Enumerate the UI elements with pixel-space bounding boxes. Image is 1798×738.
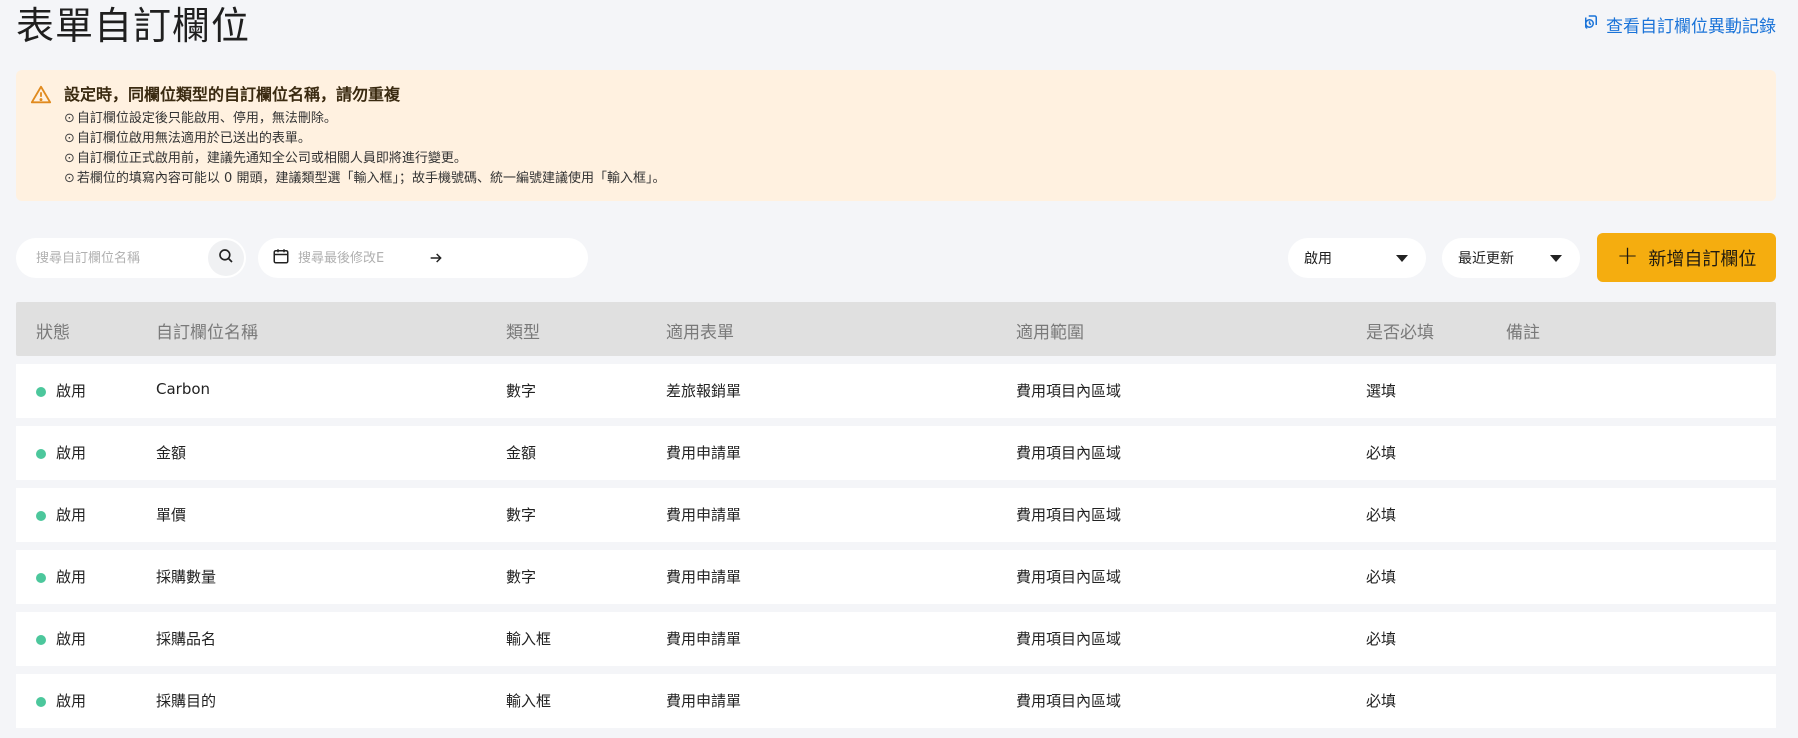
cell-status: 啟用 [56, 568, 87, 586]
page: 表單自訂欄位 查看自訂欄位異動記錄 設定時，同欄位類型的自訂欄位名稱，請勿重複 … [0, 0, 1798, 738]
status-dot [36, 449, 46, 459]
cell-required: 必填 [1366, 692, 1397, 710]
view-history-link[interactable]: 查看自訂欄位異動記錄 [1582, 12, 1776, 37]
table-row[interactable]: 啟用 採購品名 輸入框 費用申請單 費用項目內區域 必填 [16, 612, 1776, 666]
cell-required: 必填 [1366, 506, 1397, 524]
table-row[interactable]: 啟用 金額 金額 費用申請單 費用項目內區域 必填 [16, 426, 1776, 480]
cell-form: 費用申請單 [666, 444, 742, 462]
cell-status: 啟用 [56, 506, 87, 524]
arrow-right-icon [428, 250, 444, 266]
notice-list: 自訂欄位設定後只能啟用、停用，無法刪除。 自訂欄位啟用無法適用於已送出的表單。 … [64, 109, 1760, 189]
cell-form: 費用申請單 [666, 692, 742, 710]
cell-form: 費用申請單 [666, 630, 742, 648]
cell-form: 費用申請單 [666, 506, 742, 524]
notice-item: 自訂欄位正式啟用前，建議先通知全公司或相關人員即將進行變更。 [64, 149, 1760, 169]
cell-type: 數字 [506, 382, 537, 400]
notice-title: 設定時，同欄位類型的自訂欄位名稱，請勿重複 [64, 85, 401, 104]
cell-type: 數字 [506, 506, 537, 524]
caret-down-icon [1550, 255, 1562, 262]
header-required: 是否必填 [1366, 323, 1434, 343]
cell-status: 啟用 [56, 382, 87, 400]
cell-scope: 費用項目內區域 [1016, 382, 1122, 400]
status-filter-value: 啟用 [1304, 251, 1332, 267]
cell-type: 數字 [506, 568, 537, 586]
notice-item: 自訂欄位啟用無法適用於已送出的表單。 [64, 129, 1760, 149]
add-custom-field-button[interactable]: + 新增自訂欄位 [1597, 233, 1776, 282]
status-dot [36, 635, 46, 645]
table-header: 狀態 自訂欄位名稱 類型 適用表單 適用範圍 是否必填 備註 [16, 302, 1776, 356]
search-button[interactable] [208, 240, 244, 276]
cell-name: 金額 [156, 444, 187, 462]
search-input[interactable] [36, 250, 196, 266]
cell-name: Carbon [156, 380, 211, 398]
cell-required: 必填 [1366, 568, 1397, 586]
date-input[interactable] [298, 250, 390, 266]
notice-item: 若欄位的填寫內容可能以 0 開頭，建議類型選「輸入框」；故手機號碼、統一編號建議… [64, 169, 1760, 189]
header-note: 備註 [1506, 323, 1540, 343]
cell-form: 差旅報銷單 [666, 382, 742, 400]
notice-item: 自訂欄位設定後只能啟用、停用，無法刪除。 [64, 109, 1760, 129]
status-filter-select[interactable]: 啟用 [1288, 238, 1426, 278]
header-form: 適用表單 [666, 323, 734, 343]
sort-value: 最近更新 [1458, 251, 1514, 267]
cell-name: 採購目的 [156, 692, 217, 710]
table-row[interactable]: 啟用 Carbon 數字 差旅報銷單 費用項目內區域 選填 [16, 364, 1776, 418]
notice-banner: 設定時，同欄位類型的自訂欄位名稱，請勿重複 自訂欄位設定後只能啟用、停用，無法刪… [16, 70, 1776, 201]
history-icon [1582, 13, 1600, 36]
table-row[interactable]: 啟用 採購數量 數字 費用申請單 費用項目內區域 必填 [16, 550, 1776, 604]
header-type: 類型 [506, 323, 540, 343]
add-button-label: 新增自訂欄位 [1648, 248, 1757, 270]
cell-scope: 費用項目內區域 [1016, 568, 1122, 586]
header-status: 狀態 [36, 323, 70, 343]
cell-name: 單價 [156, 506, 187, 524]
table-row[interactable]: 啟用 單價 數字 費用申請單 費用項目內區域 必填 [16, 488, 1776, 542]
cell-status: 啟用 [56, 630, 87, 648]
status-dot [36, 511, 46, 521]
page-title: 表單自訂欄位 [16, 4, 251, 48]
cell-status: 啟用 [56, 692, 87, 710]
cell-required: 必填 [1366, 630, 1397, 648]
cell-required: 必填 [1366, 444, 1397, 462]
cell-status: 啟用 [56, 444, 87, 462]
table-row[interactable]: 啟用 採購目的 輸入框 費用申請單 費用項目內區域 必填 [16, 674, 1776, 728]
status-dot [36, 387, 46, 397]
search-box [16, 238, 246, 278]
date-range-picker[interactable] [258, 238, 588, 278]
cell-required: 選填 [1366, 382, 1397, 400]
cell-scope: 費用項目內區域 [1016, 630, 1122, 648]
search-icon [217, 247, 235, 269]
caret-down-icon [1396, 255, 1408, 262]
cell-scope: 費用項目內區域 [1016, 506, 1122, 524]
sort-select[interactable]: 最近更新 [1442, 238, 1580, 278]
cell-name: 採購品名 [156, 630, 217, 648]
cell-name: 採購數量 [156, 568, 217, 586]
status-dot [36, 697, 46, 707]
warning-icon [30, 84, 52, 106]
cell-type: 輸入框 [506, 692, 552, 710]
header-scope: 適用範圍 [1016, 323, 1084, 343]
history-link-label: 查看自訂欄位異動記錄 [1606, 17, 1776, 37]
cell-scope: 費用項目內區域 [1016, 692, 1122, 710]
cell-scope: 費用項目內區域 [1016, 444, 1122, 462]
cell-type: 輸入框 [506, 630, 552, 648]
custom-fields-table: 狀態 自訂欄位名稱 類型 適用表單 適用範圍 是否必填 備註 啟用 Carbon… [16, 302, 1776, 728]
header-name: 自訂欄位名稱 [156, 323, 258, 343]
plus-icon: + [1616, 241, 1639, 271]
cell-form: 費用申請單 [666, 568, 742, 586]
status-dot [36, 573, 46, 583]
calendar-icon [272, 247, 290, 269]
cell-type: 金額 [506, 444, 537, 462]
